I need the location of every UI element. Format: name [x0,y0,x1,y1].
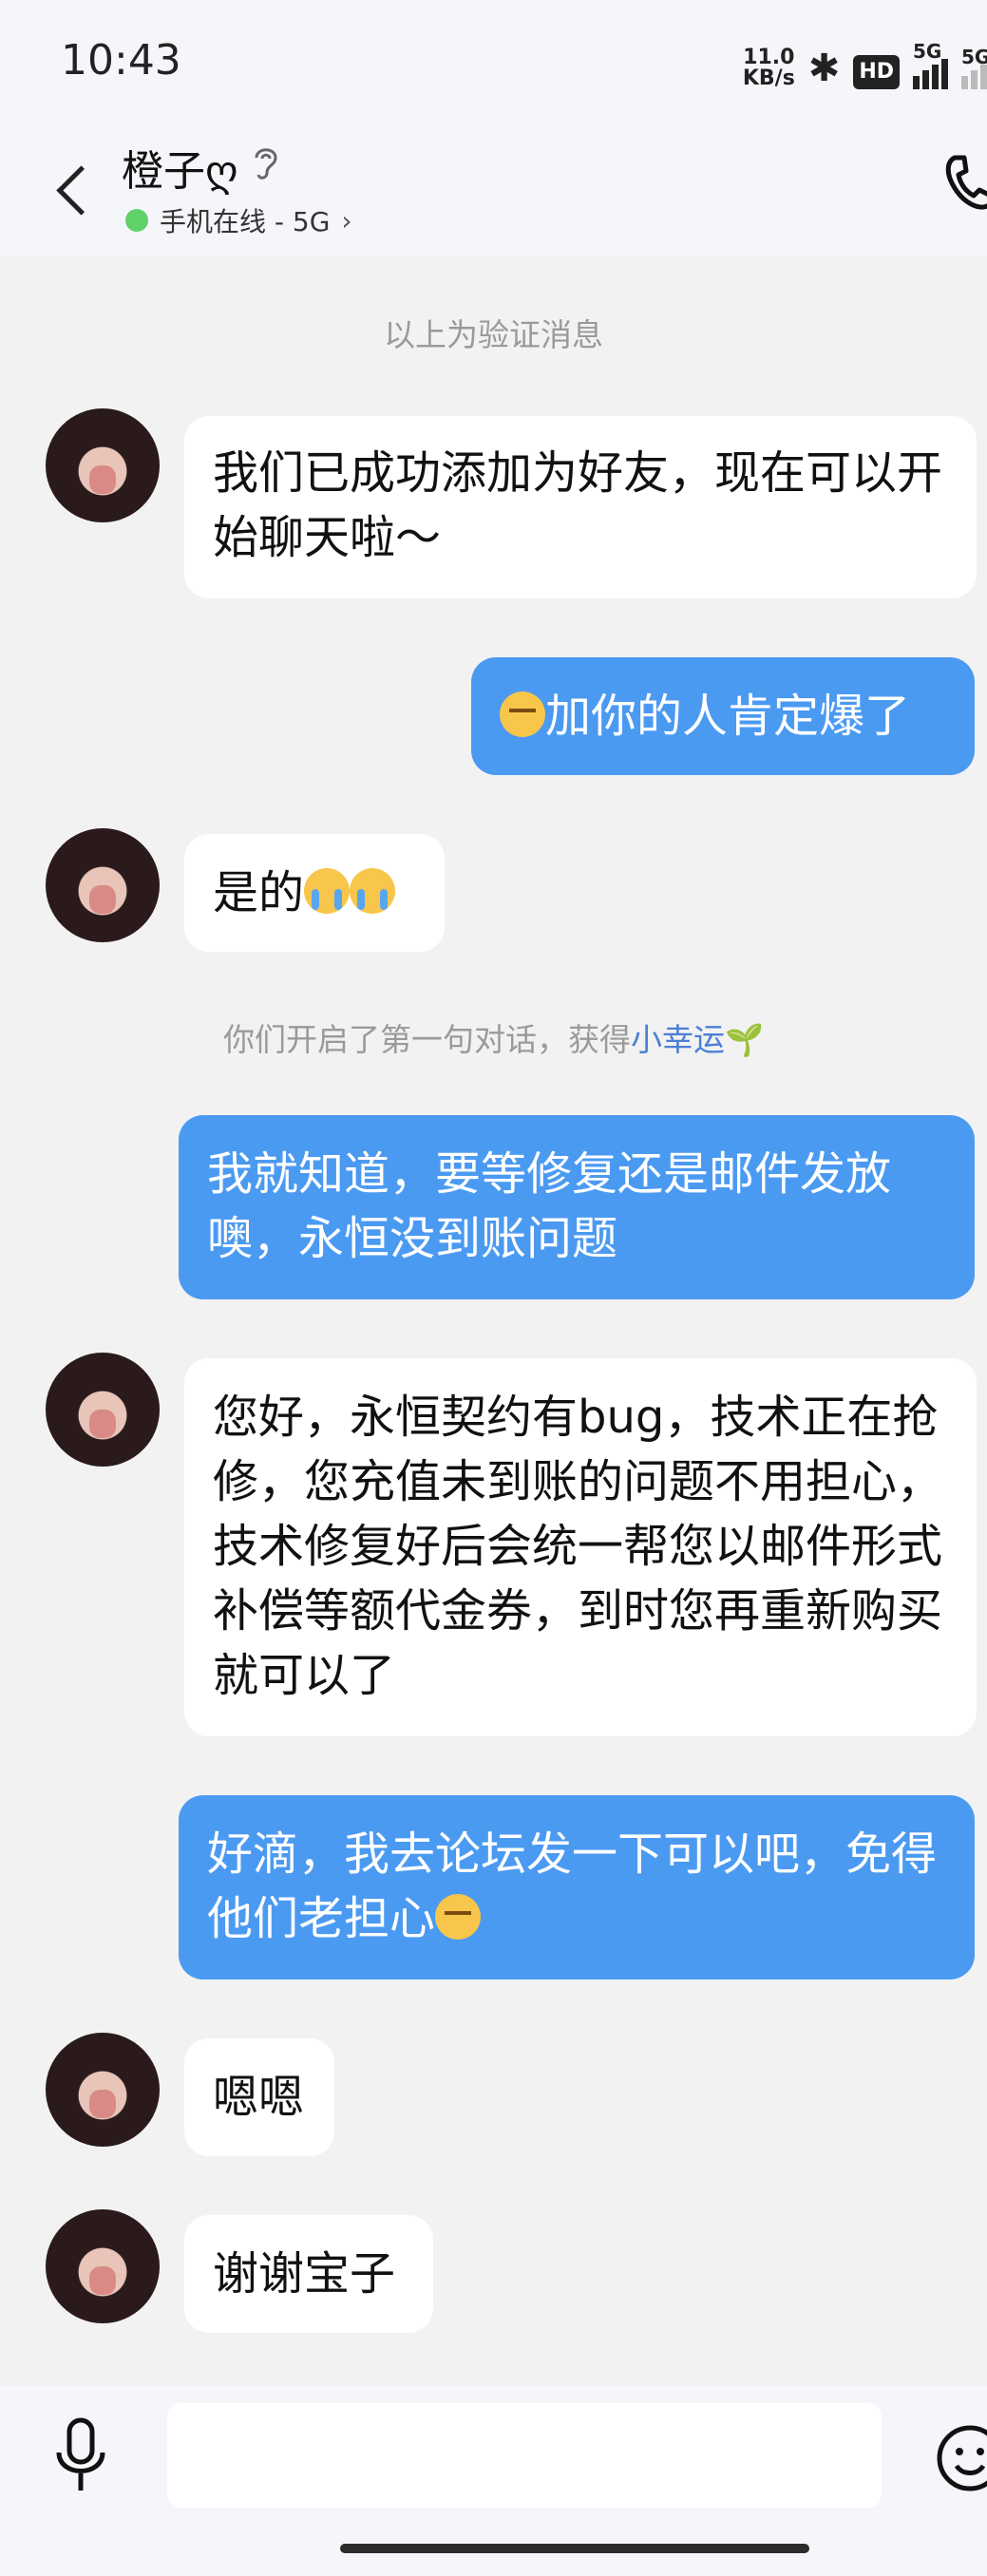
online-dot-icon [125,209,148,232]
contact-name: 橙子ღ [122,147,238,196]
microphone-icon[interactable] [47,2415,114,2500]
network-speed-value: 11.0 [743,46,795,69]
online-status-text: 手机在线 - 5G [160,206,331,237]
signal-label-2: 5G [961,46,987,68]
system-message-first-chat: 你们开启了第一句对话，获得小幸运🌱 [0,1014,987,1060]
status-icons: 11.0 KB/s ✱ HD 5G 5G [743,40,987,90]
contact-avatar[interactable] [46,408,160,522]
back-arrow-icon [55,164,106,216]
emoji-picker-icon[interactable] [932,2420,987,2496]
network-speed-unit: KB/s [742,66,795,90]
phone-call-icon[interactable] [938,144,987,220]
message-bubble-in[interactable]: 我们已成功添加为好友，现在可以开始聊天啦～ [184,416,977,598]
message-text: 您好，永恒契约有bug，技术正在抢修，您充值未到账的问题不用担心，技术修复好后会… [213,1391,943,1702]
message-input[interactable] [167,2403,882,2508]
message-bubble-out[interactable]: 加你的人肯定爆了 [471,657,975,775]
message-text: 嗯嗯 [213,2071,305,2124]
smirk-emoji-icon [500,691,545,737]
hd-badge: HD [853,55,900,89]
system-message: 以上为验证消息 [384,316,603,353]
smirk-emoji-icon [435,1894,482,1940]
contact-avatar[interactable] [46,828,160,942]
back-button[interactable] [46,152,106,228]
chat-header: 橙子ღ 手机在线 - 5G › [0,133,987,256]
input-bar [0,2386,987,2576]
message-text: 谢谢宝子 [213,2247,396,2301]
online-status[interactable]: 手机在线 - 5G › [125,201,352,239]
contact-avatar[interactable] [46,2033,160,2147]
message-bubble-in[interactable]: 是的 [184,834,445,952]
status-time: 10:43 [61,36,181,85]
message-text: 我就知道，要等修复还是邮件发放噢，永恒没到账问题 [207,1147,892,1265]
message-text: 是的 [213,866,305,919]
message-bubble-out[interactable]: 我就知道，要等修复还是邮件发放噢，永恒没到账问题 [179,1115,975,1299]
lucky-link[interactable]: 小幸运 [631,1021,725,1058]
contact-avatar[interactable] [46,2209,160,2323]
message-text: 加你的人肯定爆了 [545,690,911,743]
message-bubble-in[interactable]: 谢谢宝子 [184,2215,433,2333]
network-speed: 11.0 KB/s [743,47,795,89]
signal-icon-2: 5G [961,46,987,89]
crying-emoji-icon [304,868,351,914]
signal-icon: 5G [913,40,948,89]
sprout-icon: 🌱 [724,1021,765,1058]
system-message-text: 你们开启了第一句对话，获得 [222,1021,631,1058]
chevron-right-icon: › [341,204,352,237]
home-indicator[interactable] [340,2544,809,2553]
ear-icon [252,144,280,191]
message-bubble-in[interactable]: 您好，永恒契约有bug，技术正在抢修，您充值未到账的问题不用担心，技术修复好后会… [184,1358,977,1736]
signal-label: 5G [913,40,942,63]
message-text: 我们已成功添加为好友，现在可以开始聊天啦～ [213,446,943,564]
message-bubble-in[interactable]: 嗯嗯 [184,2038,334,2156]
message-text: 好滴，我去论坛发一下可以吧，免得他们老担心 [207,1828,938,1945]
status-bar: 10:43 11.0 KB/s ✱ HD 5G 5G [0,0,987,133]
crying-emoji-icon [350,868,396,914]
message-bubble-out[interactable]: 好滴，我去论坛发一下可以吧，免得他们老担心 [179,1795,975,1979]
contact-name-row[interactable]: 橙子ღ [122,137,280,198]
contact-avatar[interactable] [46,1353,160,1467]
bluetooth-icon: ✱ [807,47,841,90]
